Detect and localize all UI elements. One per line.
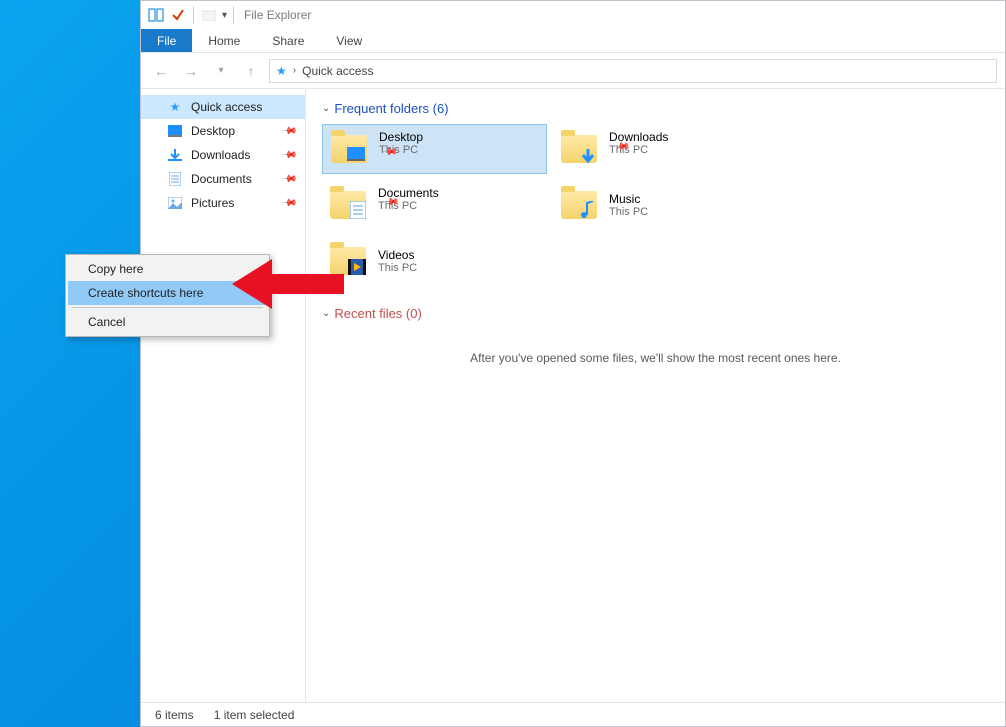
pin-icon: 📌 [280,171,297,188]
folder-item-downloads[interactable]: Downloads This PC 📌 [553,124,778,174]
folder-location: This PC [378,262,417,274]
folder-item-videos[interactable]: Videos This PC [322,236,547,286]
folder-icon [559,129,599,169]
up-button[interactable]: ↑ [239,59,263,83]
frequent-folders-header[interactable]: ⌄ Frequent folders (6) [322,101,989,116]
sidebar-item-quick-access[interactable]: ★ Quick access [141,95,305,119]
sidebar-item-documents[interactable]: Documents 📌 [141,167,305,191]
forward-button[interactable]: → [179,59,203,83]
recent-dropdown[interactable]: ▾ [209,59,233,83]
folder-item-music[interactable]: Music This PC [553,180,778,230]
recent-empty-text: After you've opened some files, we'll sh… [322,351,989,365]
chevron-right-icon: › [293,65,296,76]
new-folder-icon[interactable] [200,6,218,24]
pin-icon: 📌 [280,147,297,164]
tab-home[interactable]: Home [192,29,256,52]
status-items: 6 items [155,708,194,722]
chevron-down-icon: ⌄ [322,308,330,319]
folder-icon [329,129,369,169]
sidebar-item-label: Downloads [191,148,250,162]
recent-files-section: ⌄ Recent files (0) After you've opened s… [322,306,989,365]
content-pane: ⌄ Frequent folders (6) Desktop This PC 📌 [306,89,1005,702]
checkmark-icon[interactable] [169,6,187,24]
properties-icon[interactable] [147,6,165,24]
star-icon: ★ [276,64,287,78]
titlebar: ▾ File Explorer [141,1,1005,29]
folder-name: Music [609,192,648,206]
section-title: Recent files (0) [334,306,421,321]
picture-icon [167,195,183,211]
window-title: File Explorer [244,8,311,22]
folder-item-documents[interactable]: Documents This PC 📌 [322,180,547,230]
ribbon-tabs: File Home Share View [141,29,1005,53]
chevron-down-icon: ⌄ [322,103,330,114]
tab-file[interactable]: File [141,29,192,52]
folder-item-desktop[interactable]: Desktop This PC 📌 [322,124,547,174]
file-explorer-window: ▾ File Explorer File Home Share View ← →… [140,0,1006,727]
tab-share[interactable]: Share [256,29,320,52]
qat-separator [193,6,194,24]
folder-location: This PC [609,206,648,218]
address-bar[interactable]: ★ › Quick access [269,59,997,83]
star-icon: ★ [167,99,183,115]
sidebar-item-pictures[interactable]: Pictures 📌 [141,191,305,215]
sidebar-item-label: Quick access [191,100,262,114]
folder-icon [328,185,368,225]
ctx-cancel[interactable]: Cancel [68,310,267,334]
pin-icon: 📌 [280,123,297,140]
sidebar-item-desktop[interactable]: Desktop 📌 [141,119,305,143]
sidebar: ★ Quick access Desktop 📌 Downloads 📌 Doc… [141,89,306,702]
qat-separator-2 [233,6,234,24]
status-selected: 1 item selected [214,708,295,722]
download-icon [167,147,183,163]
pin-icon: 📌 [280,195,297,212]
frequent-folders-grid: Desktop This PC 📌 Downloads This PC [322,124,989,286]
folder-name: Videos [378,248,417,262]
section-title: Frequent folders (6) [334,101,448,116]
address-location: Quick access [302,64,373,78]
folder-icon [559,185,599,225]
sidebar-item-label: Pictures [191,196,234,210]
tab-view[interactable]: View [320,29,378,52]
body: ★ Quick access Desktop 📌 Downloads 📌 Doc… [141,89,1005,702]
status-bar: 6 items 1 item selected [141,702,1005,726]
document-icon [167,171,183,187]
folder-name: Desktop [379,130,423,144]
back-button[interactable]: ← [149,59,173,83]
sidebar-item-downloads[interactable]: Downloads 📌 [141,143,305,167]
qat-dropdown-icon[interactable]: ▾ [222,10,227,21]
nav-bar: ← → ▾ ↑ ★ › Quick access [141,53,1005,89]
recent-files-header[interactable]: ⌄ Recent files (0) [322,306,989,321]
sidebar-item-label: Desktop [191,124,235,138]
desktop-icon [167,123,183,139]
annotation-arrow [272,274,344,294]
sidebar-item-label: Documents [191,172,252,186]
